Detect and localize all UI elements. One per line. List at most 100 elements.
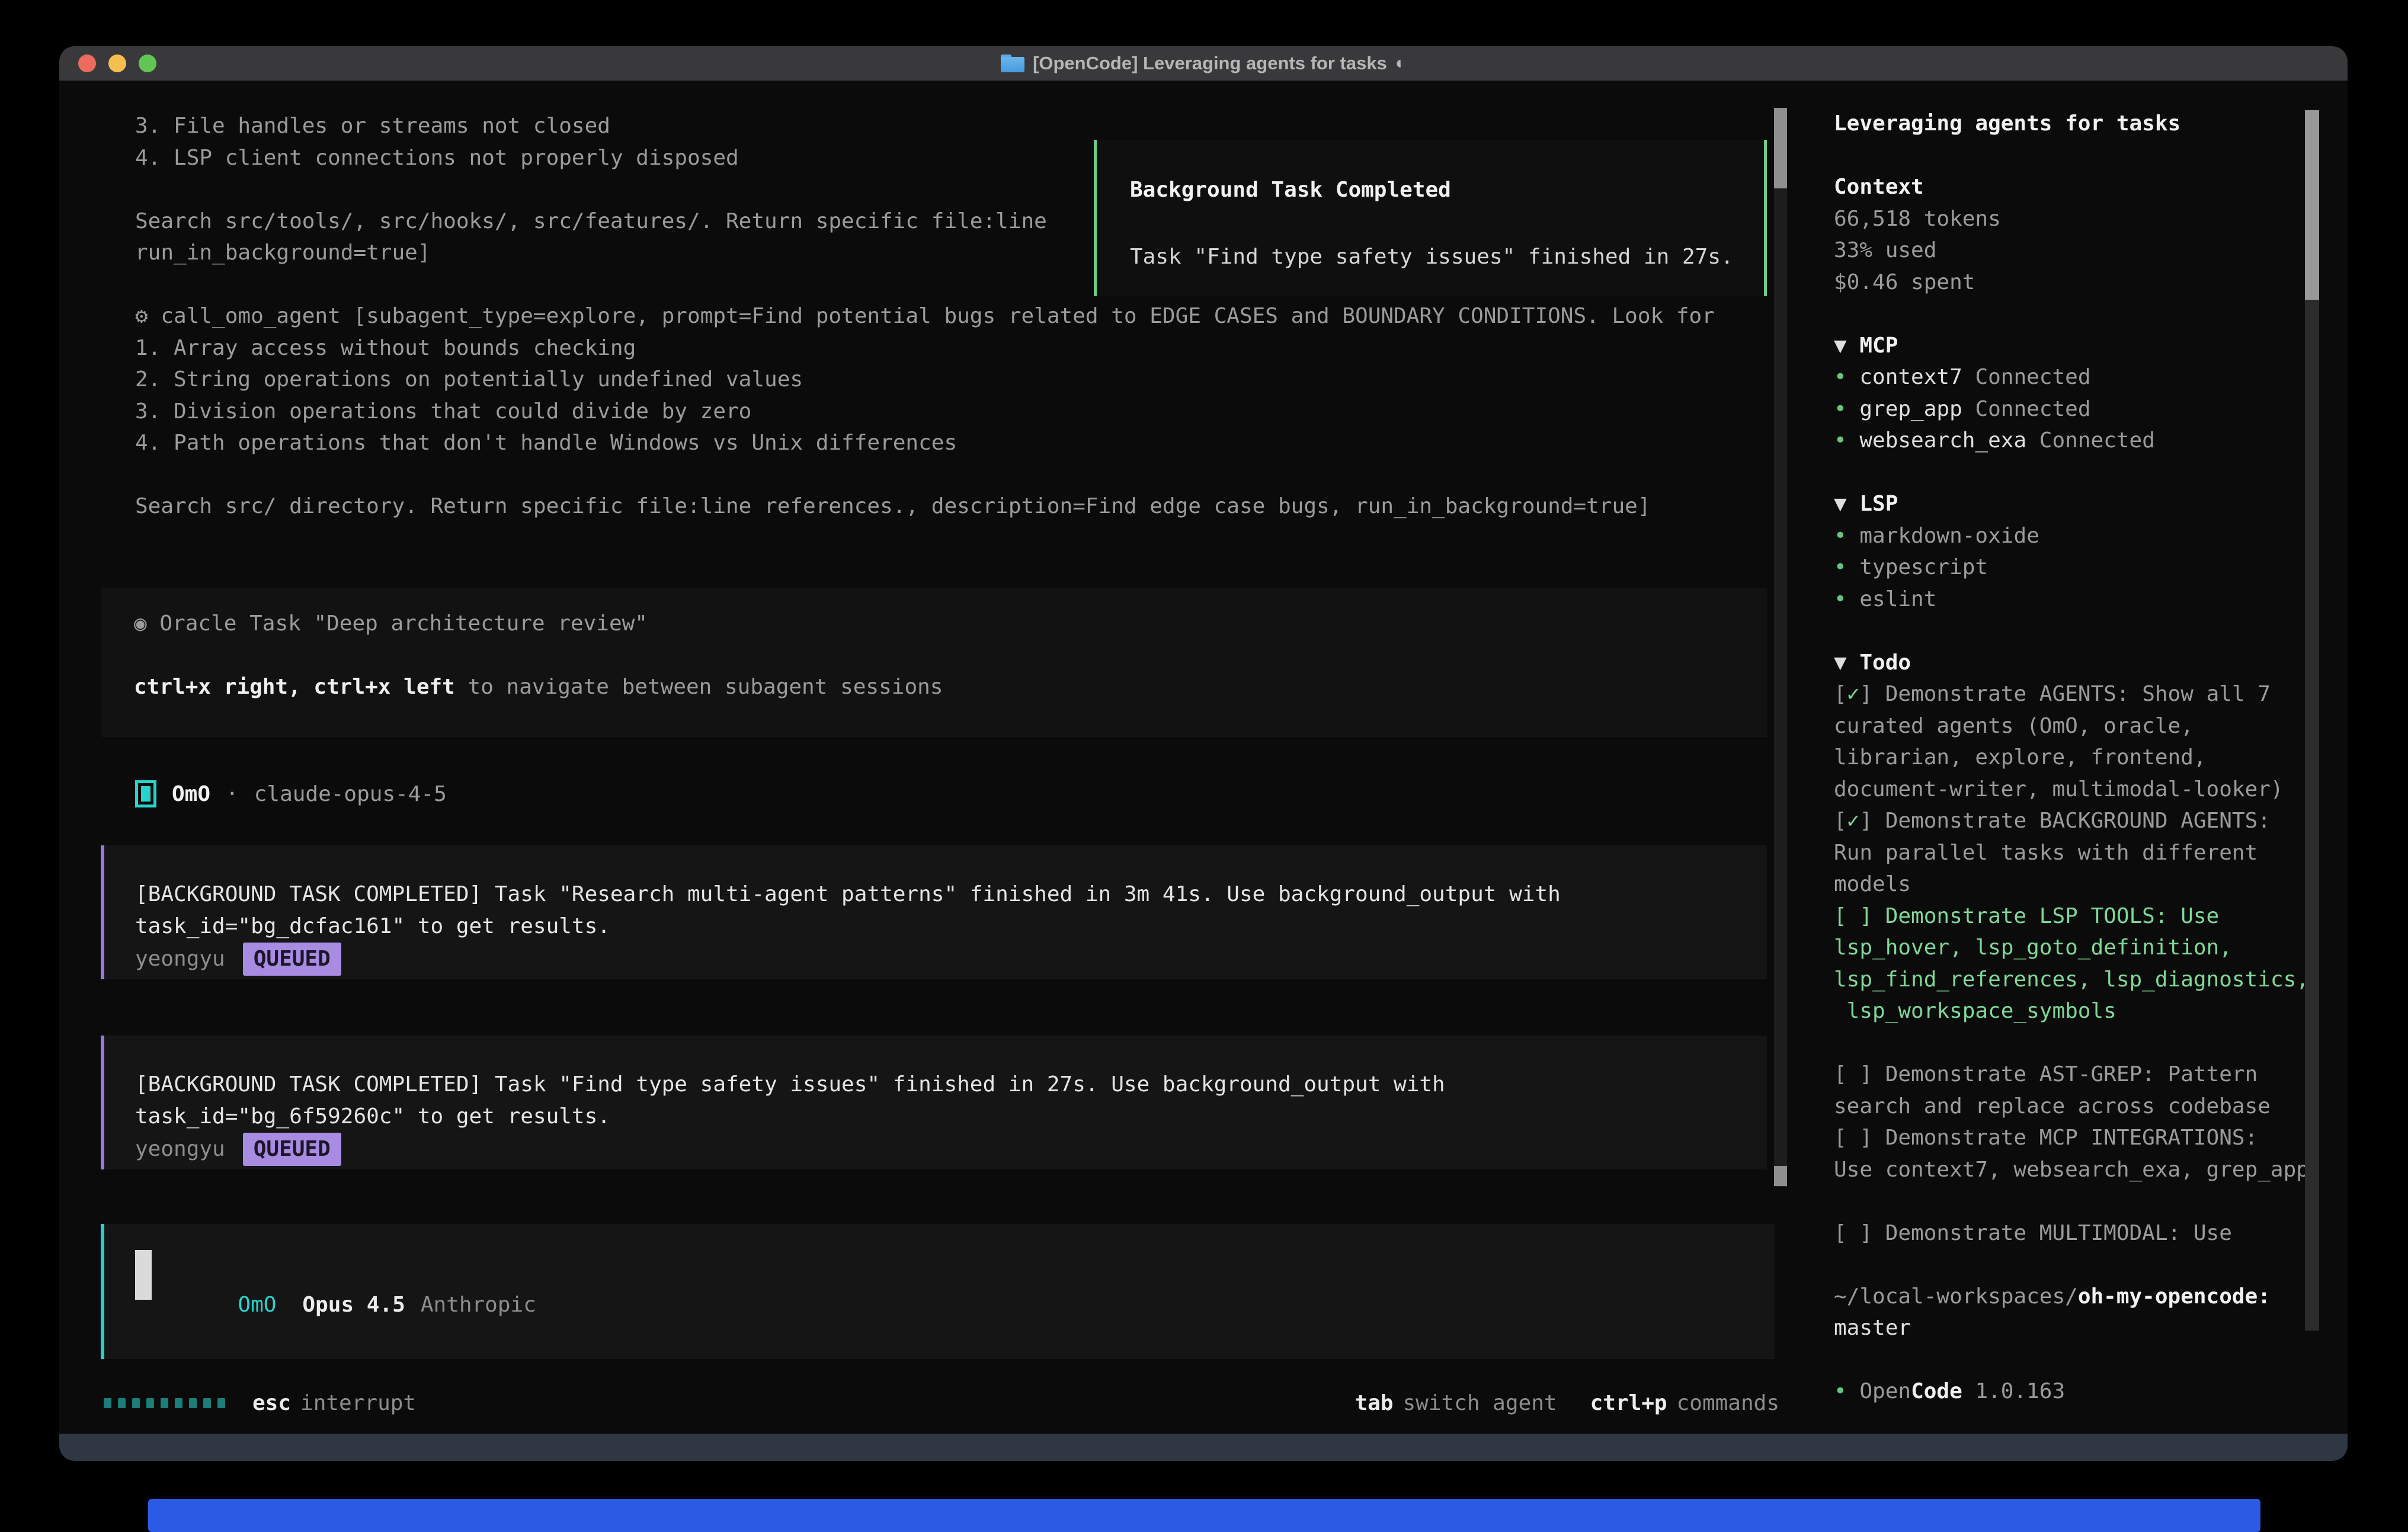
fisheye-icon: ◉ [134,611,147,636]
task-message-line2: task_id="bg_dcfac161" to get results. [135,911,1767,943]
terminal-line: • eslint [1834,584,2309,616]
progress-dot [118,1398,126,1408]
terminal-line: • markdown-oxide [1834,520,2309,552]
minimize-button[interactable] [108,55,126,72]
terminal-line [1834,1027,2309,1059]
terminal-line: 2. String operations on potentially unde… [135,364,1715,396]
agent-session-header: OmO · claude-opus-4-5 [135,776,447,812]
progress-dot [132,1398,140,1408]
tab-key-label: switch agent [1402,1391,1557,1415]
progress-dot [189,1398,197,1408]
oracle-shortcut-keys: ctrl+x right, ctrl+x left [134,675,455,699]
folder-icon [1001,55,1024,72]
terminal-line [135,459,1715,491]
terminal-line [1834,298,2309,330]
terminal-line: document-writer, multimodal-looker) [1834,774,2309,806]
terminal-line: ▼ LSP [1834,488,2309,520]
terminal-line: [ ] Demonstrate MULTIMODAL: Use [1834,1217,2309,1249]
ctrlp-key-label: commands [1677,1391,1779,1415]
progress-dots [104,1398,225,1408]
input-model-name: Opus 4.5 [302,1293,405,1317]
window-title: [OpenCode] Leveraging agents for tasks [1033,53,1387,74]
terminal-line [1834,457,2309,489]
terminal-line: 1. Array access without bounds checking [135,332,1715,364]
background-task-notification: Background Task Completed Task "Find typ… [1094,140,1767,296]
task-author: yeongyu [135,1137,225,1161]
half-moon-icon: ◐ [1395,53,1406,73]
task-author: yeongyu [135,947,225,971]
terminal-line: [ ] Demonstrate LSP TOOLS: Use [1834,900,2309,932]
terminal-line: ▼ MCP [1834,330,2309,362]
terminal-line: [ ] Demonstrate MCP INTEGRATIONS: [1834,1122,2309,1154]
terminal-line: • typescript [1834,552,2309,584]
ctrlp-key-hint[interactable]: ctrl+p [1590,1391,1667,1415]
main-scrollbar-thumb[interactable] [1774,108,1787,188]
status-bar: esc interrupt tab switch agent ctrl+p co… [104,1386,1779,1419]
terminal-line [1834,140,2309,172]
desktop: [OpenCode] Leveraging agents for tasks ◐… [0,0,2408,1532]
terminal-line: lsp_hover, lsp_goto_definition, [1834,932,2309,964]
input-provider-name: Anthropic [421,1293,536,1317]
sidebar-scrollbar-thumb[interactable] [2305,110,2319,300]
terminal-line: search and replace across codebase [1834,1091,2309,1123]
input-agent-name: OmO [238,1293,276,1317]
prompt-input[interactable]: OmO Opus 4.5 Anthropic [101,1224,1775,1359]
main-scrollbar-track[interactable] [1774,108,1787,1187]
terminal-line: Use context7, websearch_exa, grep_app [1834,1154,2309,1186]
agent-checkbox-icon [135,780,156,807]
terminal-line: curated agents (OmO, oracle, [1834,710,2309,742]
terminal-line: [✓] Demonstrate AGENTS: Show all 7 [1834,678,2309,710]
sidebar-panel: Leveraging agents for tasks Context66,51… [1834,108,2309,1408]
task-message-block[interactable]: [BACKGROUND TASK COMPLETED] Task "Resear… [101,845,1767,979]
window-titlebar[interactable]: [OpenCode] Leveraging agents for tasks ◐ [59,46,2348,81]
tab-key-hint[interactable]: tab [1354,1391,1393,1415]
terminal-line: librarian, explore, frontend, [1834,742,2309,774]
window-title-group: [OpenCode] Leveraging agents for tasks ◐ [1001,53,1406,74]
progress-dot [161,1398,168,1408]
input-footer: OmO Opus 4.5 Anthropic [135,1268,536,1341]
terminal-line: 33% used [1834,235,2309,267]
progress-dot [217,1398,225,1408]
terminal-line: • grep_app Connected [1834,393,2309,425]
terminal-line [1834,1249,2309,1281]
task-message-line1: [BACKGROUND TASK COMPLETED] Task "Find t… [135,1069,1767,1101]
main-scrollbar-thumb-secondary[interactable] [1774,1166,1787,1186]
terminal-line: ⚙ call_omo_agent [subagent_type=explore,… [135,300,1715,332]
terminal-line: lsp_find_references, lsp_diagnostics, [1834,964,2309,996]
oracle-shortcut-hint: to navigate between subagent sessions [455,675,943,699]
task-message-block[interactable]: [BACKGROUND TASK COMPLETED] Task "Find t… [101,1036,1767,1169]
app-window: [OpenCode] Leveraging agents for tasks ◐… [59,46,2348,1461]
oracle-task-panel[interactable]: ◉ Oracle Task "Deep architecture review"… [101,588,1767,737]
terminal-line: • OpenCode 1.0.163 [1834,1376,2309,1408]
progress-dot [203,1398,211,1408]
progress-dot [146,1398,154,1408]
terminal-line: Leveraging agents for tasks [1834,108,2309,140]
traffic-lights [78,55,156,72]
terminal-line [1834,1185,2309,1217]
task-message-line1: [BACKGROUND TASK COMPLETED] Task "Resear… [135,879,1767,911]
terminal-line [1834,615,2309,647]
terminal-line: [ ] Demonstrate AST-GREP: Pattern [1834,1059,2309,1091]
terminal-line: • context7 Connected [1834,361,2309,393]
terminal-line: [✓] Demonstrate BACKGROUND AGENTS: [1834,805,2309,837]
notification-title: Background Task Completed [1130,178,1764,202]
agent-name: OmO [172,782,210,806]
terminal-line: master [1834,1312,2309,1344]
esc-key-hint[interactable]: esc [252,1391,291,1415]
task-message-line2: task_id="bg_6f59260c" to get results. [135,1101,1767,1133]
notification-body: Task "Find type safety issues" finished … [1130,245,1764,269]
terminal-line: ▼ Todo [1834,647,2309,679]
queued-badge: QUEUED [243,1133,341,1166]
oracle-task-title: Oracle Task "Deep architecture review" [159,611,648,636]
terminal-line: 3. File handles or streams not closed [135,110,1715,142]
maximize-button[interactable] [139,55,156,72]
terminal-line: Context [1834,171,2309,203]
agent-model: claude-opus-4-5 [254,782,447,806]
terminal-line: $0.46 spent [1834,267,2309,299]
close-button[interactable] [78,55,96,72]
terminal-line: lsp_workspace_symbols [1834,995,2309,1027]
desktop-bottom-strip [148,1499,2260,1532]
terminal-line: 66,518 tokens [1834,203,2309,235]
terminal-line: Run parallel tasks with different [1834,837,2309,869]
terminal-line: Search src/ directory. Return specific f… [135,491,1715,523]
